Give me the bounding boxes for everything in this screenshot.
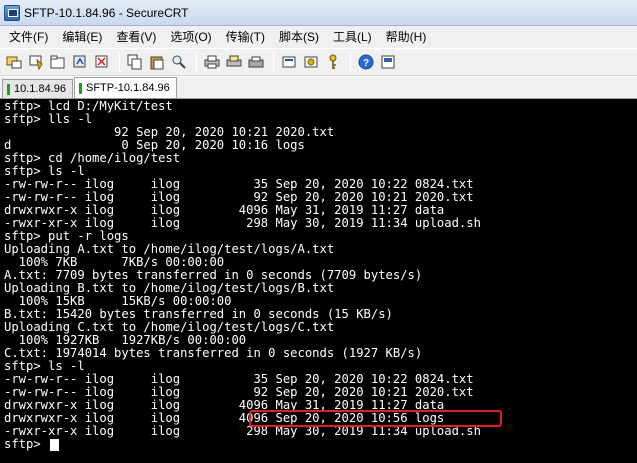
svg-text:?: ? xyxy=(363,58,369,69)
terminal-output[interactable]: sftp> lcd D:/MyKit/test sftp> lls -l 92 … xyxy=(0,99,637,463)
session-tab-bar: 10.1.84.96 SFTP-10.1.84.96 xyxy=(0,77,637,99)
window-title: SFTP-10.1.84.96 - SecureCRT xyxy=(24,5,189,20)
toolbar-separator xyxy=(350,52,351,72)
global-options-icon[interactable] xyxy=(301,52,321,72)
session-options-icon[interactable] xyxy=(279,52,299,72)
terminal-prompt: sftp> xyxy=(4,437,49,451)
find-icon[interactable] xyxy=(169,52,189,72)
terminal-cursor xyxy=(50,439,59,451)
copy-icon[interactable] xyxy=(125,52,145,72)
paste-icon[interactable] xyxy=(147,52,167,72)
securecrt-app-icon xyxy=(4,4,20,21)
menu-bar: 文件(F) 编辑(E) 查看(V) 选项(O) 传输(T) 脚本(S) 工具(L… xyxy=(0,26,637,48)
connected-status-icon xyxy=(79,82,82,94)
menu-edit[interactable]: 编辑(E) xyxy=(55,27,109,47)
print-selection-icon[interactable] xyxy=(224,52,244,72)
toolbar-separator xyxy=(196,52,197,72)
menu-script[interactable]: 脚本(S) xyxy=(272,27,326,47)
key-icon[interactable] xyxy=(323,52,343,72)
connect-tab-icon[interactable] xyxy=(48,52,68,72)
disconnect-icon[interactable] xyxy=(92,52,112,72)
menu-options[interactable]: 选项(O) xyxy=(163,27,218,47)
menu-file[interactable]: 文件(F) xyxy=(2,27,55,47)
help-icon[interactable]: ? xyxy=(356,52,376,72)
menu-help[interactable]: 帮助(H) xyxy=(379,27,434,47)
toolbar: ? xyxy=(0,48,637,76)
title-bar: SFTP-10.1.84.96 - SecureCRT xyxy=(0,0,637,26)
tab-label: SFTP-10.1.84.96 xyxy=(86,82,170,94)
connect-icon[interactable] xyxy=(4,52,24,72)
toolbar-separator xyxy=(119,52,120,72)
tab-sftp-session[interactable]: SFTP-10.1.84.96 xyxy=(74,77,177,98)
quick-connect-icon[interactable] xyxy=(26,52,46,72)
tab-ssh-session[interactable]: 10.1.84.96 xyxy=(2,79,73,98)
print-icon[interactable] xyxy=(202,52,222,72)
menu-transfer[interactable]: 传输(T) xyxy=(219,27,272,47)
tab-label: 10.1.84.96 xyxy=(14,83,66,95)
menu-tools[interactable]: 工具(L) xyxy=(326,27,379,47)
print-setup-icon[interactable] xyxy=(246,52,266,72)
about-icon[interactable] xyxy=(378,52,398,72)
reconnect-icon[interactable] xyxy=(70,52,90,72)
menu-view[interactable]: 查看(V) xyxy=(109,27,163,47)
toolbar-separator xyxy=(273,52,274,72)
logs-directory-highlight xyxy=(249,410,502,427)
connected-status-icon xyxy=(7,83,10,95)
